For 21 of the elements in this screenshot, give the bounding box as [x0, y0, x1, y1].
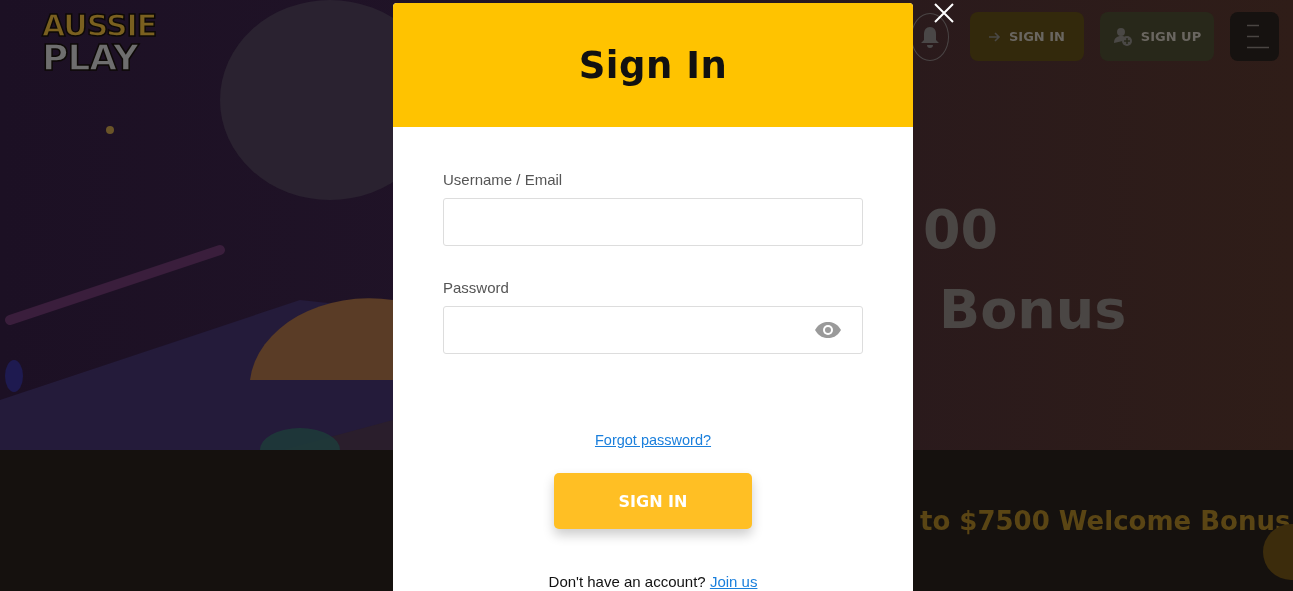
header-sign-in-button[interactable]: SIGN IN	[970, 12, 1084, 61]
arrow-right-icon	[989, 31, 1001, 42]
add-user-icon	[1112, 26, 1133, 47]
username-field[interactable]	[443, 198, 863, 246]
forgot-password-link[interactable]: Forgot password?	[594, 432, 712, 448]
bell-icon	[919, 24, 941, 49]
eye-icon[interactable]	[814, 321, 842, 339]
password-field[interactable]	[443, 306, 863, 354]
menu-icon	[1245, 24, 1270, 49]
field-label: Password	[443, 279, 509, 296]
signup-prompt: Don't have an account?	[548, 573, 706, 590]
join-us-link[interactable]: Join us	[709, 573, 758, 590]
menu-button[interactable]	[1230, 12, 1279, 61]
header-sign-up-button[interactable]: SIGN UP	[1100, 12, 1214, 61]
field-label: Username / Email	[443, 171, 563, 188]
logo-link[interactable]: AUSSIE PLAY	[42, 12, 157, 75]
close-icon[interactable]	[934, 3, 954, 23]
logo-text: PLAY	[42, 40, 140, 75]
logo-text: AUSSIE	[42, 12, 157, 41]
banner-text: to $7500 Welcome Bonus	[920, 505, 1291, 536]
modal-title: Sign In	[578, 43, 728, 87]
